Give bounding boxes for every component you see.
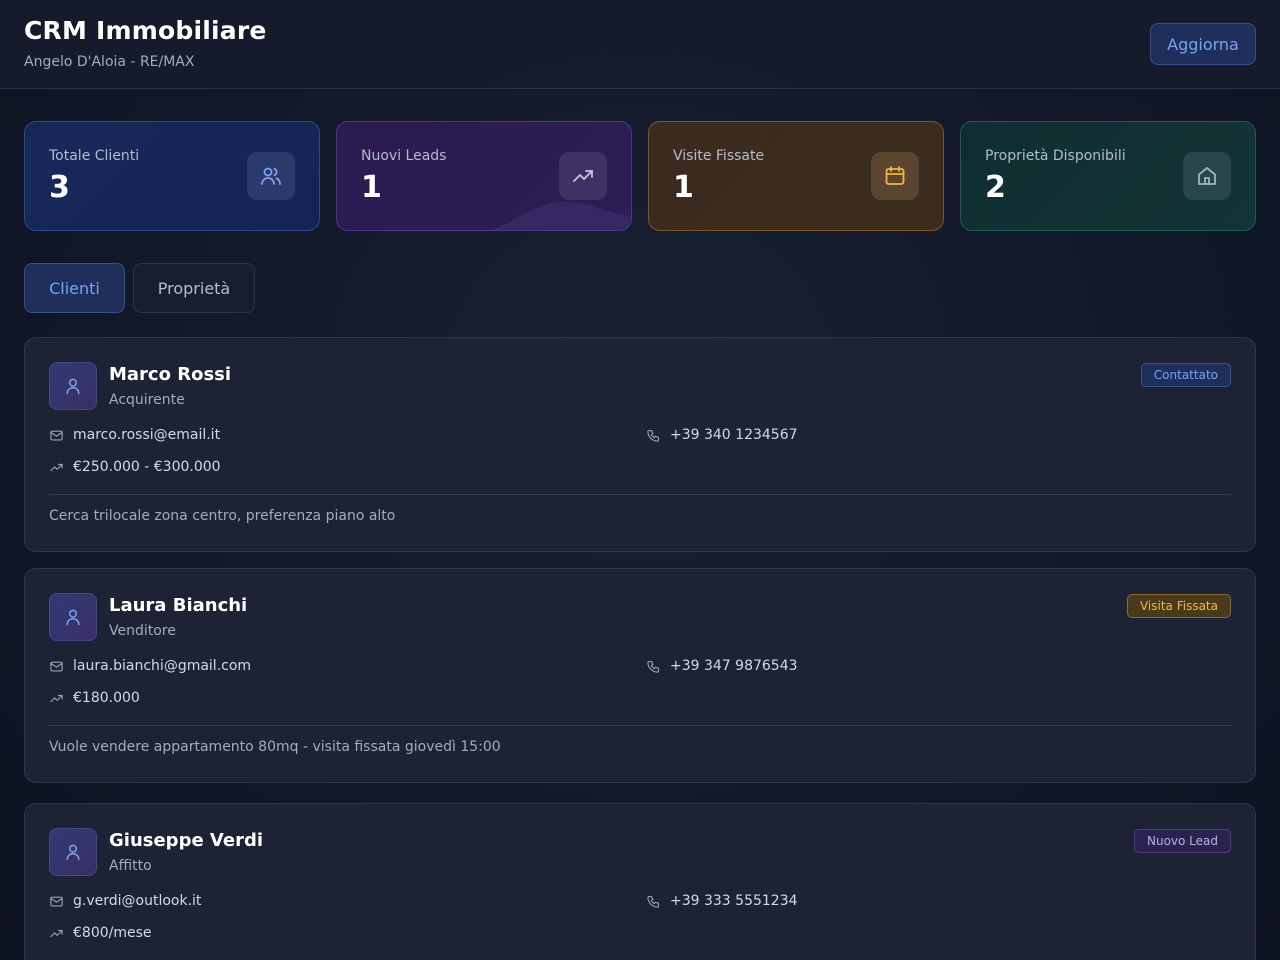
client-type: Acquirente — [109, 392, 185, 408]
trending-up-icon — [50, 463, 63, 471]
client-phone[interactable]: +39 340 1234567 — [670, 427, 798, 443]
stat-label: Totale Clienti — [49, 148, 140, 164]
users-icon — [247, 152, 295, 200]
phone-icon — [647, 429, 660, 442]
stat-card-scheduled-visits: Visite Fissate 1 — [648, 121, 944, 231]
email-row: laura.bianchi@gmail.com — [49, 658, 251, 674]
phone-row: +39 340 1234567 — [646, 427, 798, 443]
client-note: Vuole vendere appartamento 80mq - visita… — [49, 739, 501, 755]
budget-row: €250.000 - €300.000 — [49, 459, 221, 475]
client-name: Marco Rossi — [109, 364, 232, 385]
client-budget: €180.000 — [73, 690, 140, 706]
phone-icon — [647, 895, 660, 908]
tab-clienti[interactable]: Clienti — [24, 263, 125, 313]
client-note: Cerca trilocale zona centro, preferenza … — [49, 508, 396, 524]
refresh-button[interactable]: Aggiorna — [1150, 23, 1256, 65]
tab-proprieta[interactable]: Proprietà — [133, 263, 255, 313]
client-budget: €250.000 - €300.000 — [73, 459, 221, 475]
mail-icon — [50, 661, 63, 671]
client-phone[interactable]: +39 333 5551234 — [670, 893, 798, 909]
stat-label: Visite Fissate — [673, 148, 765, 164]
stat-value: 1 — [361, 170, 382, 205]
email-row: g.verdi@outlook.it — [49, 893, 201, 909]
mail-icon — [50, 430, 63, 440]
stat-label: Proprietà Disponibili — [985, 148, 1126, 164]
client-name: Giuseppe Verdi — [109, 830, 264, 851]
client-card[interactable]: Laura Bianchi Venditore Visita Fissata l… — [24, 568, 1256, 783]
app-header: CRM Immobiliare Angelo D'Aloia - RE/MAX … — [0, 0, 1280, 89]
stat-value: 1 — [673, 170, 694, 205]
client-name: Laura Bianchi — [109, 595, 248, 616]
client-email[interactable]: marco.rossi@email.it — [73, 427, 220, 443]
client-type: Affitto — [109, 858, 152, 874]
app-title: CRM Immobiliare — [24, 16, 267, 45]
divider — [49, 494, 1231, 495]
client-card[interactable]: Marco Rossi Acquirente Contattato marco.… — [24, 337, 1256, 552]
stat-value: 2 — [985, 170, 1006, 205]
status-badge: Contattato — [1140, 363, 1231, 387]
stat-card-new-leads: Nuovi Leads 1 — [336, 121, 632, 231]
client-email[interactable]: laura.bianchi@gmail.com — [73, 658, 251, 674]
client-phone[interactable]: +39 347 9876543 — [670, 658, 798, 674]
user-icon — [49, 593, 97, 641]
client-budget: €800/mese — [73, 925, 152, 941]
stat-card-available-properties: Proprietà Disponibili 2 — [960, 121, 1256, 231]
phone-row: +39 347 9876543 — [646, 658, 798, 674]
mail-icon — [50, 896, 63, 906]
status-badge: Visita Fissata — [1126, 594, 1231, 618]
phone-icon — [647, 660, 660, 673]
stat-label: Nuovi Leads — [361, 148, 447, 164]
divider — [49, 725, 1231, 726]
user-icon — [49, 362, 97, 410]
user-icon — [49, 828, 97, 876]
stat-card-total-clients: Totale Clienti 3 — [24, 121, 320, 231]
client-email[interactable]: g.verdi@outlook.it — [73, 893, 201, 909]
budget-row: €800/mese — [49, 925, 152, 941]
status-badge: Nuovo Lead — [1133, 829, 1231, 853]
client-type: Venditore — [109, 623, 176, 639]
budget-row: €180.000 — [49, 690, 140, 706]
phone-row: +39 333 5551234 — [646, 893, 798, 909]
trending-up-icon — [50, 929, 63, 937]
calendar-icon — [871, 152, 919, 200]
client-card[interactable]: Giuseppe Verdi Affitto Nuovo Lead g.verd… — [24, 803, 1256, 960]
email-row: marco.rossi@email.it — [49, 427, 220, 443]
app-subtitle: Angelo D'Aloia - RE/MAX — [24, 54, 195, 70]
trending-up-icon — [50, 694, 63, 702]
stat-value: 3 — [49, 170, 70, 205]
trending-up-icon — [559, 152, 607, 200]
home-icon — [1183, 152, 1231, 200]
